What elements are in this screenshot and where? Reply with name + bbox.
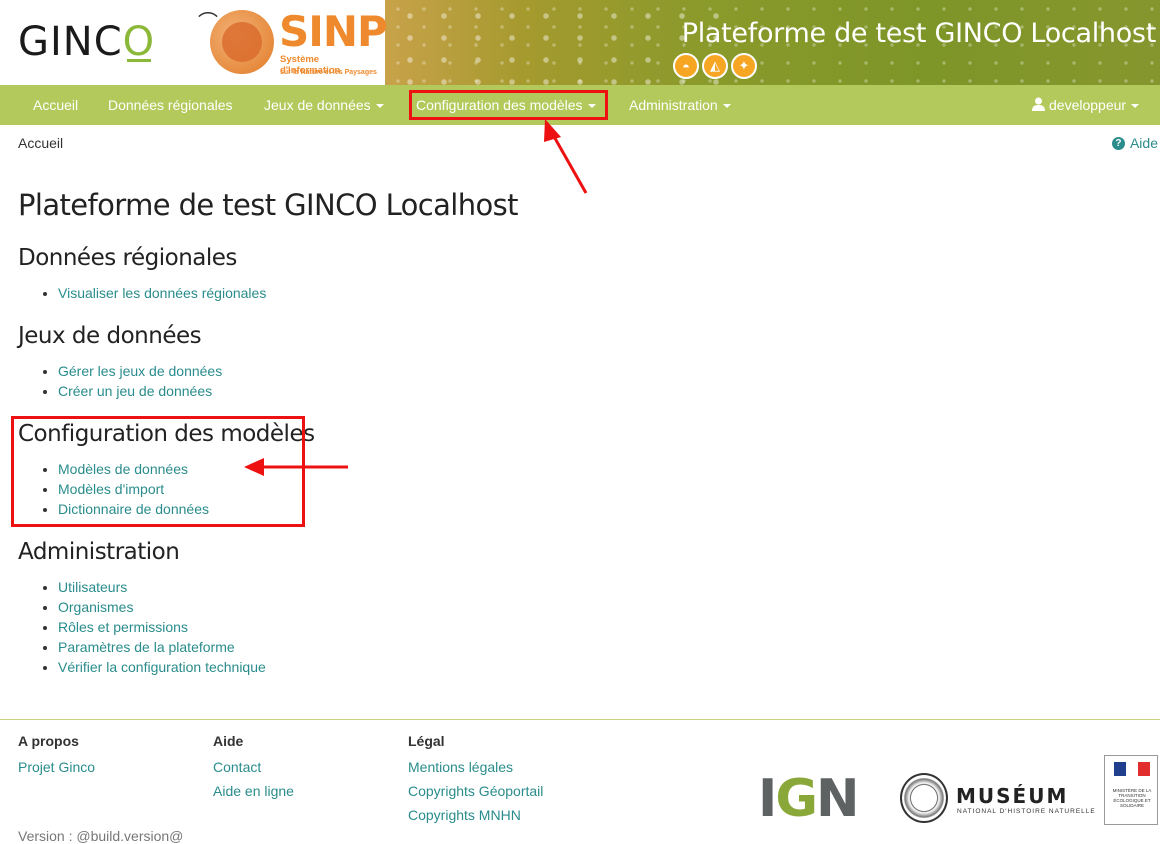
landscape-badge-icon: ◓ [673,53,699,79]
nav-accueil[interactable]: Accueil [33,85,78,125]
list-item: Paramètres de la plateforme [40,637,266,657]
section-highlight-box [11,416,305,527]
sinp-subtitle-2: sur la Nature et les Paysages [280,69,377,76]
nav-user-menu[interactable]: developpeur [1032,85,1140,125]
breadcrumb: Accueil [18,135,64,151]
list-item: Visualiser les données régionales [40,283,266,303]
list-item: Utilisateurs [40,577,266,597]
footer-divider [0,719,1160,720]
footer-heading: A propos [18,733,79,749]
platform-title: Plateforme de test GINCO Localhost [681,18,1157,49]
ginco-logo[interactable]: GINC O [18,19,155,65]
caret-down-icon [722,104,731,109]
nav-donnees-regionales[interactable]: Données régionales [108,85,233,125]
nav-highlight-box [409,90,608,120]
list-donnees-regionales: Visualiser les données régionales [40,283,266,303]
theme-badges: ◓ ◭ ✦ [673,53,757,79]
list-item: Gérer les jeux de données [40,361,222,381]
animal-badge-icon: ✦ [731,53,757,79]
list-item: Rôles et permissions [40,617,266,637]
link-visualiser-donnees[interactable]: Visualiser les données régionales [58,285,266,301]
link-organismes[interactable]: Organismes [58,599,133,615]
link-roles-permissions[interactable]: Rôles et permissions [58,619,188,635]
footer-heading: Légal [408,733,445,749]
section-title-donnees-regionales: Données régionales [18,245,237,271]
nav-jeux-label: Jeux de données [264,97,371,113]
arrow-to-nav-icon [544,119,588,194]
link-projet-ginco[interactable]: Projet Ginco [18,757,95,781]
section-title-jeux-de-donnees: Jeux de données [18,323,202,349]
caret-down-icon [375,104,384,109]
link-aide-en-ligne[interactable]: Aide en ligne [213,781,294,805]
question-circle-icon: ? [1111,136,1125,150]
list-administration: Utilisateurs Organismes Rôles et permiss… [40,577,266,677]
help-link[interactable]: ? Aide [1111,135,1158,151]
ministere-logo[interactable]: MINISTÈRE DE LA TRANSITION ÉCOLOGIQUE ET… [1104,755,1158,825]
list-item: Vérifier la configuration technique [40,657,266,677]
link-mentions-legales[interactable]: Mentions légales [408,757,543,781]
link-parametres[interactable]: Paramètres de la plateforme [58,639,235,655]
link-contact[interactable]: Contact [213,757,294,781]
museum-seal-icon [900,773,948,823]
user-label: developpeur [1049,97,1127,113]
footer-heading: Aide [213,733,244,749]
link-creer-jeu[interactable]: Créer un jeu de données [58,383,212,399]
link-gerer-jeux[interactable]: Gérer les jeux de données [58,363,222,379]
user-icon [1032,97,1045,111]
museum-subtitle: NATIONAL D'HISTOIRE NATURELLE [957,808,1096,815]
link-verifier-config[interactable]: Vérifier la configuration technique [58,659,266,675]
nav-administration[interactable]: Administration [629,85,731,125]
ign-logo[interactable]: IGN [758,773,860,825]
header-banner: GINC O ⌒ SINP Système d'Information sur l… [0,0,1160,85]
section-title-administration: Administration [18,539,180,565]
footer-col-apropos: A propos Projet Ginco [18,731,95,781]
list-jeux-de-donnees: Gérer les jeux de données Créer un jeu d… [40,361,222,401]
french-flag-icon [1114,762,1150,776]
sinp-emblem-icon [210,10,274,74]
nav-jeux-de-donnees[interactable]: Jeux de données [264,85,384,125]
ministere-label: MINISTÈRE DE LA TRANSITION ÉCOLOGIQUE ET… [1112,788,1152,808]
nav-admin-label: Administration [629,97,718,113]
link-utilisateurs[interactable]: Utilisateurs [58,579,127,595]
version-text: Version : @build.version@ [18,828,184,844]
footer-col-aide: Aide Contact Aide en ligne [213,731,294,805]
list-item: Créer un jeu de données [40,381,222,401]
caret-down-icon [1131,104,1140,109]
mountain-badge-icon: ◭ [702,53,728,79]
page-title: Plateforme de test GINCO Localhost [18,188,519,222]
link-copyrights-mnhn[interactable]: Copyrights MNHN [408,805,543,829]
museum-logo[interactable]: MUSÉUM [956,784,1068,808]
link-copyrights-geoportail[interactable]: Copyrights Géoportail [408,781,543,805]
footer-col-legal: Légal Mentions légales Copyrights Géopor… [408,731,543,829]
help-label: Aide [1129,135,1158,151]
sinp-logo: SINP [279,7,388,56]
list-item: Organismes [40,597,266,617]
